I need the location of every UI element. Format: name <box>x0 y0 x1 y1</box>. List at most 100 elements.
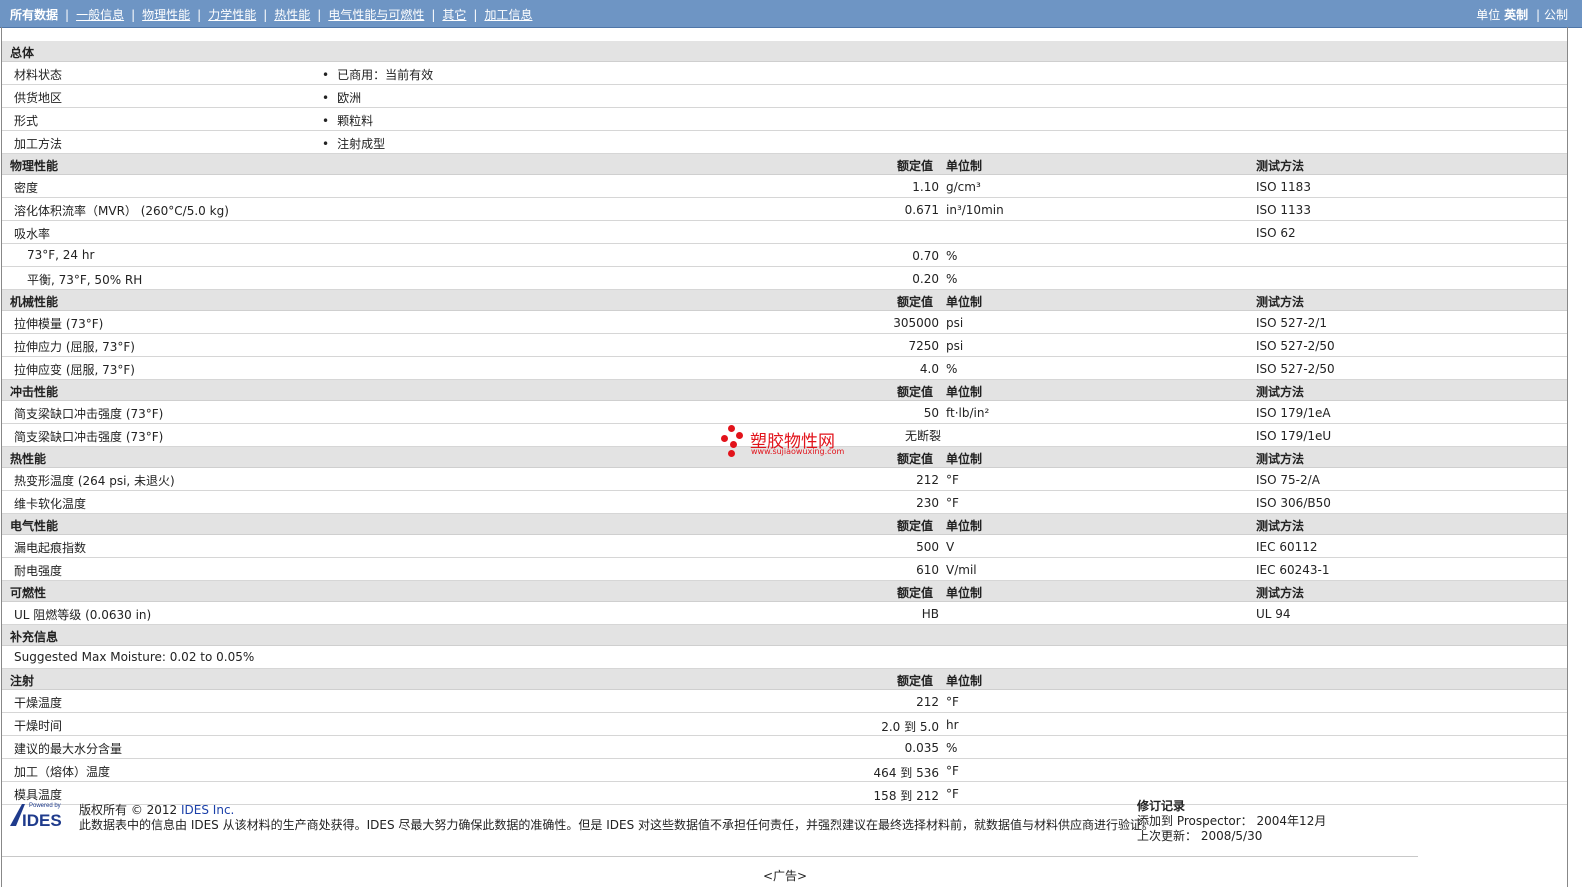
nav-physical[interactable]: 物理性能 <box>142 6 190 23</box>
col-header-unit: 单位制 <box>946 295 983 309</box>
nav-other[interactable]: 其它 <box>442 6 466 23</box>
nav-general-info[interactable]: 一般信息 <box>76 6 124 23</box>
row-method: ISO 179/1eU <box>1256 429 1332 443</box>
section-header-general: 总体 <box>2 41 1567 62</box>
row-value: 212 <box>916 473 939 487</box>
section-title: 补充信息 <box>10 630 59 644</box>
row-value: 50 <box>923 406 939 420</box>
table-row: 维卡软化温度 230 °F ISO 306/B50 <box>2 491 1567 514</box>
col-header-unit: 单位制 <box>946 586 983 600</box>
col-header-method: 测试方法 <box>1256 452 1305 466</box>
nav-thermal[interactable]: 热性能 <box>274 6 310 23</box>
company-link[interactable]: IDES Inc. <box>181 803 234 817</box>
section-title: 可燃性 <box>10 586 47 600</box>
nav-separator: | <box>65 7 70 22</box>
row-label: 拉伸模量 (73°F) <box>14 317 104 331</box>
unit-separator: | <box>1535 8 1540 22</box>
row-label: 耐电强度 <box>14 564 63 578</box>
table-row: 耐电强度 610 V/mil IEC 60243-1 <box>2 558 1567 581</box>
row-unit: psi <box>946 316 964 330</box>
nav-all-data[interactable]: 所有数据 <box>10 6 58 23</box>
row-value: 2.0 到 5.0 <box>881 720 939 734</box>
row-label: 干燥温度 <box>14 696 63 710</box>
row-value: 0.671 <box>904 203 939 217</box>
col-header-unit: 单位制 <box>946 519 983 533</box>
row-label: 简支梁缺口冲击强度 (73°F) <box>14 430 164 444</box>
row-unit: V/mil <box>946 563 977 577</box>
row-value: 0.20 <box>912 272 939 286</box>
row-method: ISO 1133 <box>1256 203 1311 217</box>
row-unit: °F <box>946 764 959 778</box>
row-label: 加工（熔体）温度 <box>14 765 111 779</box>
section-header-mechanical: 机械性能 额定值 单位制 测试方法 <box>2 290 1567 311</box>
section-title: 热性能 <box>10 452 47 466</box>
table-row: 材料状态 已商用：当前有效 <box>2 62 1567 85</box>
disclaimer: 此数据表中的信息由 IDES 从该材料的生产商处获得。IDES 尽最大努力确保此… <box>79 818 1155 832</box>
table-row: 吸水率 ISO 62 <box>2 221 1567 244</box>
table-row: 简支梁缺口冲击强度 (73°F) 50 ft·lb/in² ISO 179/1eA <box>2 401 1567 424</box>
table-row: 干燥温度 212 °F <box>2 690 1567 713</box>
row-value: 1.10 <box>912 180 939 194</box>
row-label: 维卡软化温度 <box>14 497 87 511</box>
units-label: 单位 <box>1476 8 1501 22</box>
row-value: 注射成型 <box>322 135 385 152</box>
row-value: 212 <box>916 695 939 709</box>
row-value: 464 到 536 <box>873 766 939 780</box>
section-title: 电气性能 <box>10 519 59 533</box>
watermark-url: www.sujiaowuxing.com <box>751 447 845 456</box>
nav-mechanical[interactable]: 力学性能 <box>208 6 256 23</box>
row-label: 73°F, 24 hr <box>27 248 95 262</box>
row-method: IEC 60112 <box>1256 540 1318 554</box>
updated-value: 2008/5/30 <box>1200 829 1263 843</box>
section-title: 总体 <box>10 46 35 60</box>
row-unit: % <box>946 741 958 755</box>
row-unit: % <box>946 272 958 286</box>
section-header-flammability: 可燃性 额定值 单位制 测试方法 <box>2 581 1567 602</box>
table-row: 热变形温度 (264 psi, 未退火) 212 °F ISO 75-2/A <box>2 468 1567 491</box>
added-value: 2004年12月 <box>1256 814 1327 828</box>
row-value: 4.0 <box>919 362 939 376</box>
row-label: 简支梁缺口冲击强度 (73°F) <box>14 407 164 421</box>
table-row: 加工方法 注射成型 <box>2 131 1567 154</box>
unit-switcher: 单位 英制 | 公制 <box>1476 6 1568 23</box>
row-label: 密度 <box>14 181 39 195</box>
updated-label: 上次更新： <box>1137 829 1198 843</box>
row-unit: ft·lb/in² <box>946 406 990 420</box>
page-border-right <box>1567 27 1568 887</box>
col-header-method: 测试方法 <box>1256 159 1305 173</box>
table-row: 溶化体积流率（MVR） (260°C/5.0 kg) 0.671 in³/10min… <box>2 198 1567 221</box>
col-header-nominal: 额定值 <box>897 385 934 399</box>
table-row: Suggested Max Moisture: 0.02 to 0.05% <box>2 646 1567 669</box>
row-label: 拉伸应力 (屈服, 73°F) <box>14 340 135 354</box>
supplement-text: Suggested Max Moisture: 0.02 to 0.05% <box>14 650 255 664</box>
row-label: 建议的最大水分含量 <box>14 742 123 756</box>
row-method: ISO 527-2/50 <box>1256 339 1335 353</box>
row-unit: °F <box>946 787 959 801</box>
row-label: 拉伸应变 (屈服, 73°F) <box>14 363 135 377</box>
footer-divider <box>2 856 1418 857</box>
row-value: 已商用：当前有效 <box>322 66 433 83</box>
col-header-method: 测试方法 <box>1256 295 1305 309</box>
logo-powered-text: Powered by <box>29 803 61 809</box>
row-method: UL 94 <box>1256 607 1291 621</box>
revision-title: 修订记录 <box>1137 799 1186 813</box>
row-unit: °F <box>946 496 959 510</box>
ides-logo: Powered by IDES <box>10 803 62 828</box>
row-unit: % <box>946 249 958 263</box>
row-unit: °F <box>946 695 959 709</box>
unit-metric[interactable]: 公制 <box>1544 8 1568 22</box>
nav-processing[interactable]: 加工信息 <box>484 6 532 23</box>
nav-separator: | <box>263 7 268 22</box>
section-title: 注射 <box>10 674 35 688</box>
section-header-injection: 注射 额定值 单位制 <box>2 669 1567 690</box>
table-row: 拉伸应变 (屈服, 73°F) 4.0% ISO 527-2/50 <box>2 357 1567 380</box>
col-header-unit: 单位制 <box>946 674 983 688</box>
table-row: 漏电起痕指数 500 V IEC 60112 <box>2 535 1567 558</box>
table-row: 密度 1.10 g/cm³ ISO 1183 <box>2 175 1567 198</box>
nav-electrical-flammability[interactable]: 电气性能与可燃性 <box>328 6 424 23</box>
row-label: 溶化体积流率（MVR） (260°C/5.0 kg) <box>14 204 229 218</box>
row-method: ISO 75-2/A <box>1256 473 1320 487</box>
row-unit: V <box>946 540 955 554</box>
unit-english[interactable]: 英制 <box>1504 8 1528 22</box>
row-method: ISO 306/B50 <box>1256 496 1331 510</box>
